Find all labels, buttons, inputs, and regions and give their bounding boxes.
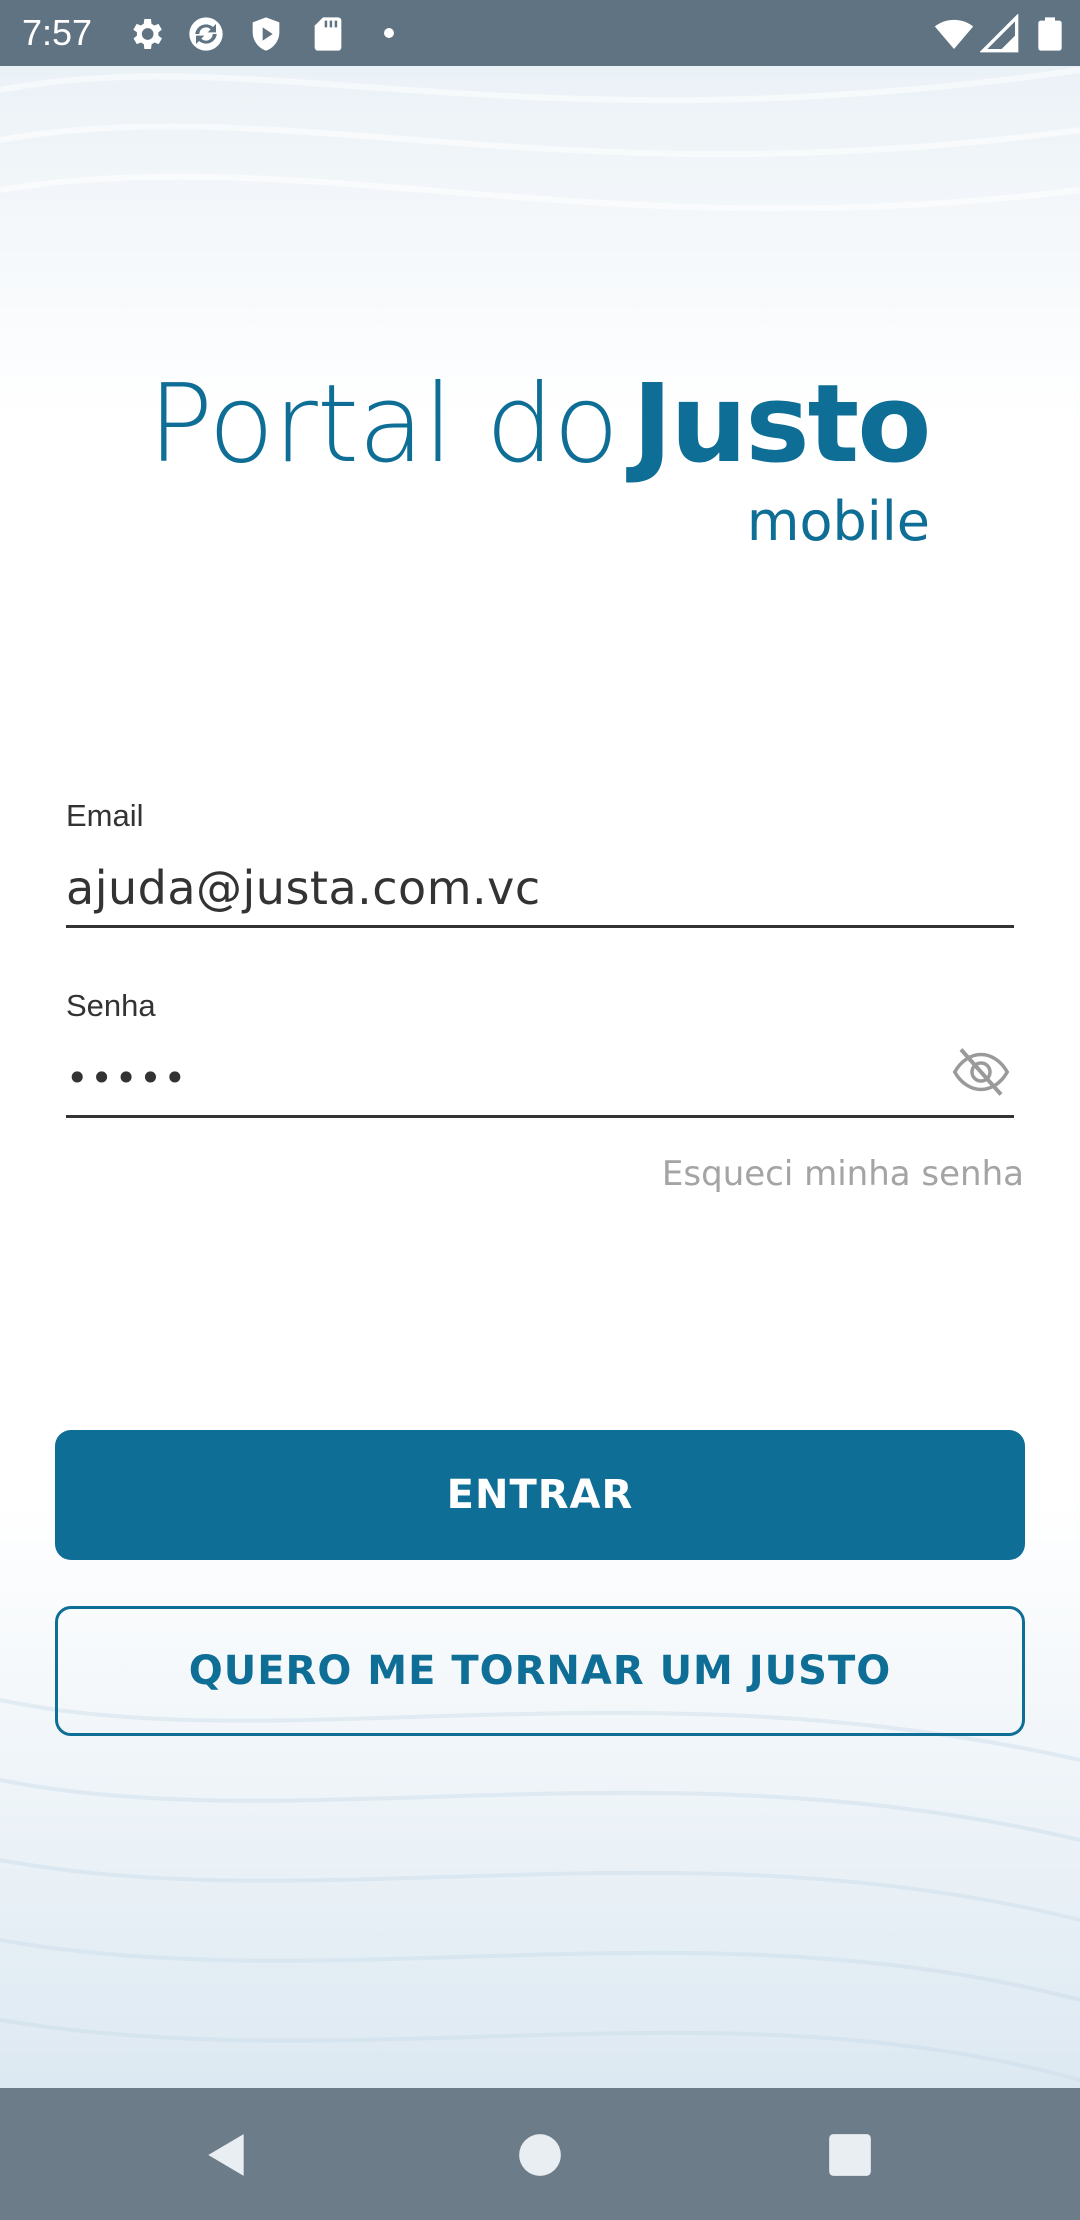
recents-icon[interactable] (825, 2130, 875, 2180)
logo-bold-text: Justo (632, 362, 931, 487)
shield-icon (252, 17, 280, 51)
login-button[interactable]: ENTRAR (55, 1430, 1025, 1560)
sd-card-icon (314, 17, 342, 51)
email-label: Email (66, 798, 144, 833)
logo-title: Portal do Justo (148, 360, 938, 490)
password-field-group: Senha (66, 986, 1014, 1118)
navigation-bar (0, 2088, 1080, 2220)
email-field-group: Email (66, 796, 1014, 928)
notification-dot-icon (384, 28, 394, 38)
app-logo: Portal do Justo mobile (148, 360, 938, 553)
status-bar: 7:57 (0, 0, 1080, 66)
password-field[interactable] (66, 1048, 1014, 1118)
password-label: Senha (66, 988, 156, 1023)
email-field[interactable] (66, 858, 1014, 928)
back-icon[interactable] (202, 2130, 252, 2180)
signal-icon (980, 14, 1019, 53)
logo-subtitle: mobile (746, 490, 930, 553)
sync-icon (189, 17, 223, 51)
home-icon[interactable] (515, 2130, 565, 2180)
status-time: 7:57 (22, 12, 93, 53)
forgot-password-link[interactable]: Esqueci minha senha (662, 1152, 1024, 1196)
eye-off-icon[interactable] (948, 1042, 1014, 1102)
logo-light-text: Portal do (148, 362, 619, 487)
signup-button[interactable]: QUERO ME TORNAR UM JUSTO (55, 1606, 1025, 1736)
battery-icon (1038, 17, 1062, 51)
wifi-icon (934, 19, 974, 49)
gear-icon (133, 19, 162, 49)
